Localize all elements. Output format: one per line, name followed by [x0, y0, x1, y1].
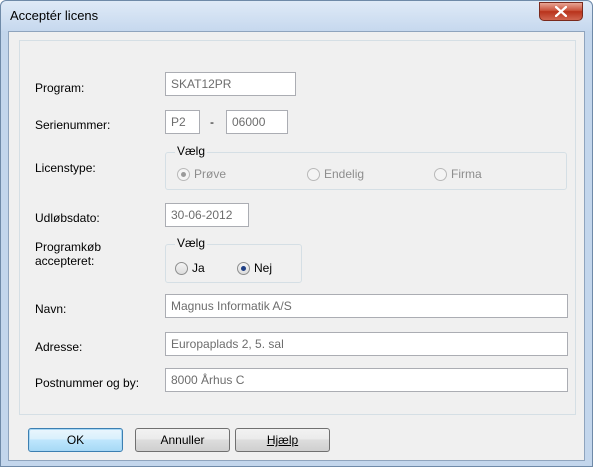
licenstype-radio-firma[interactable]: Firma	[434, 167, 482, 181]
udloebsdato-label: Udløbsdato:	[35, 211, 100, 225]
programkoeb-radio-nej[interactable]: Nej	[237, 261, 272, 275]
program-label: Program:	[35, 81, 85, 95]
program-field[interactable]: SKAT12PR	[165, 72, 296, 96]
licenstype-radio-endelig[interactable]: Endelig	[307, 167, 364, 181]
serienummer-separator: -	[210, 115, 214, 129]
serienummer-part2-field[interactable]: 06000	[226, 110, 288, 134]
programkoeb-radio-ja[interactable]: Ja	[175, 261, 205, 275]
navn-field[interactable]: Magnus Informatik A/S	[165, 294, 568, 318]
licenstype-group-title: Vælg	[175, 144, 208, 158]
serienummer-part1-field[interactable]: P2	[165, 110, 200, 134]
ok-button[interactable]: OK	[28, 428, 123, 452]
programkoeb-group-title: Vælg	[175, 236, 208, 250]
udloebsdato-field[interactable]: 30-06-2012	[165, 203, 249, 227]
radio-checked-icon	[237, 261, 250, 275]
postnummer-label: Postnummer og by:	[35, 376, 140, 390]
dialog-client-area: Program: SKAT12PR Serienummer: P2 - 0600…	[8, 31, 585, 461]
licenstype-label: Licenstype:	[35, 161, 96, 175]
annuller-button[interactable]: Annuller	[135, 428, 230, 452]
radio-unchecked-icon	[434, 167, 447, 181]
serienummer-label: Serienummer:	[35, 118, 111, 132]
licenstype-radio-proeve[interactable]: Prøve	[177, 167, 226, 181]
close-button[interactable]	[539, 2, 583, 21]
dialog-window: Acceptér licens Program: SKAT12PR Serien…	[0, 0, 593, 467]
adresse-label: Adresse:	[35, 340, 83, 354]
adresse-field[interactable]: Europaplads 2, 5. sal	[165, 332, 568, 356]
programkoeb-label-line1: Programkøb	[35, 240, 102, 254]
hjaelp-button[interactable]: Hjælp	[235, 428, 330, 452]
hjaelp-button-label: Hjælp	[266, 433, 299, 447]
radio-unchecked-icon	[307, 167, 320, 181]
close-icon	[555, 6, 567, 17]
navn-label: Navn:	[35, 302, 67, 316]
form-panel	[19, 40, 576, 415]
radio-unchecked-icon	[175, 261, 188, 275]
window-title: Acceptér licens	[10, 8, 99, 23]
radio-checked-icon	[177, 167, 190, 181]
title-bar[interactable]: Acceptér licens	[1, 1, 592, 31]
programkoeb-label-line2: accepteret:	[35, 254, 95, 268]
postnummer-field[interactable]: 8000 Århus C	[165, 368, 568, 392]
